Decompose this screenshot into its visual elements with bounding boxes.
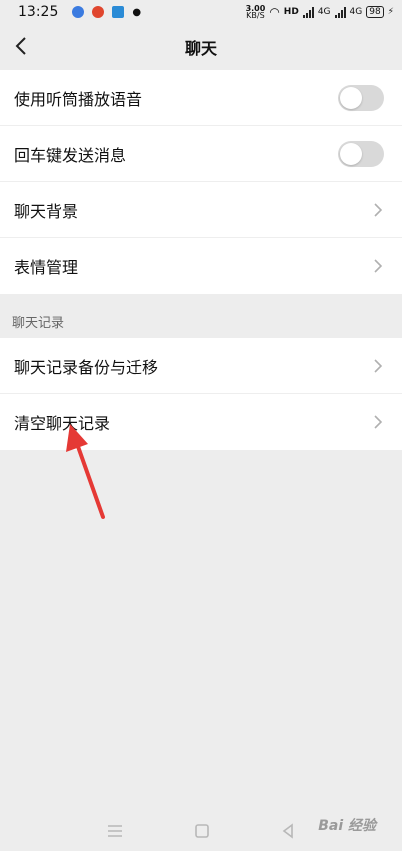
chevron-right-icon — [374, 202, 383, 217]
header: 聊天 — [0, 24, 402, 70]
status-bar: 13:25 ● 3.00 KB/S ◠ HD 4G 4G 98 ⚡ — [0, 0, 402, 24]
enter-to-send-label: 回车键发送消息 — [14, 145, 127, 165]
weibo-icon — [92, 6, 105, 18]
backup-migrate-label: 聊天记录备份与迁移 — [14, 357, 159, 377]
backup-migrate-row[interactable]: 聊天记录备份与迁移 — [0, 338, 402, 394]
watermark: Bai 经验 — [318, 818, 376, 834]
hd-label: HD — [283, 7, 299, 17]
page-title: 聊天 — [184, 39, 217, 58]
toggle-knob — [340, 142, 362, 165]
chat-background-label: 聊天背景 — [14, 201, 79, 221]
signal-icon-2 — [334, 6, 346, 18]
section-title-chat-history: 聊天记录 — [12, 316, 65, 331]
wifi-icon: ◠ — [269, 5, 280, 19]
history-group: 聊天记录备份与迁移 清空聊天记录 — [0, 338, 402, 450]
network-speed: 3.00 KB/S — [245, 4, 266, 20]
network-type-2: 4G — [349, 7, 363, 17]
use-earpiece-label: 使用听筒播放语音 — [14, 89, 143, 109]
menu-icon[interactable] — [106, 824, 124, 838]
signal-icon — [302, 6, 314, 18]
enter-to-send-row[interactable]: 回车键发送消息 — [0, 126, 402, 182]
sticker-management-row[interactable]: 表情管理 — [0, 238, 402, 294]
chevron-right-icon — [374, 415, 383, 429]
back-triangle-icon[interactable] — [280, 823, 296, 839]
more-dot-icon: ● — [132, 6, 142, 18]
enter-to-send-toggle[interactable] — [338, 140, 384, 167]
status-time: 13:25 — [18, 4, 59, 20]
battery-icon: 98 — [366, 6, 384, 18]
chevron-right-icon — [374, 259, 383, 273]
chevron-right-icon — [374, 358, 383, 373]
back-arrow-icon[interactable] — [10, 34, 34, 58]
sticker-management-label: 表情管理 — [14, 258, 79, 277]
app-icon — [112, 6, 125, 18]
use-earpiece-toggle[interactable] — [338, 84, 384, 111]
notification-icon — [72, 6, 85, 18]
home-icon[interactable] — [194, 823, 210, 839]
use-earpiece-row[interactable]: 使用听筒播放语音 — [0, 70, 402, 126]
chat-background-row[interactable]: 聊天背景 — [0, 182, 402, 238]
status-right: 3.00 KB/S ◠ HD 4G 4G 98 ⚡ — [245, 4, 394, 20]
toggle-knob — [340, 86, 362, 109]
charging-icon: ⚡ — [387, 7, 394, 17]
settings-group: 使用听筒播放语音 回车键发送消息 聊天背景 表情管理 — [0, 70, 402, 294]
clear-history-label: 清空聊天记录 — [14, 414, 111, 433]
network-type-1: 4G — [317, 7, 331, 17]
clear-history-row[interactable]: 清空聊天记录 — [0, 394, 402, 450]
